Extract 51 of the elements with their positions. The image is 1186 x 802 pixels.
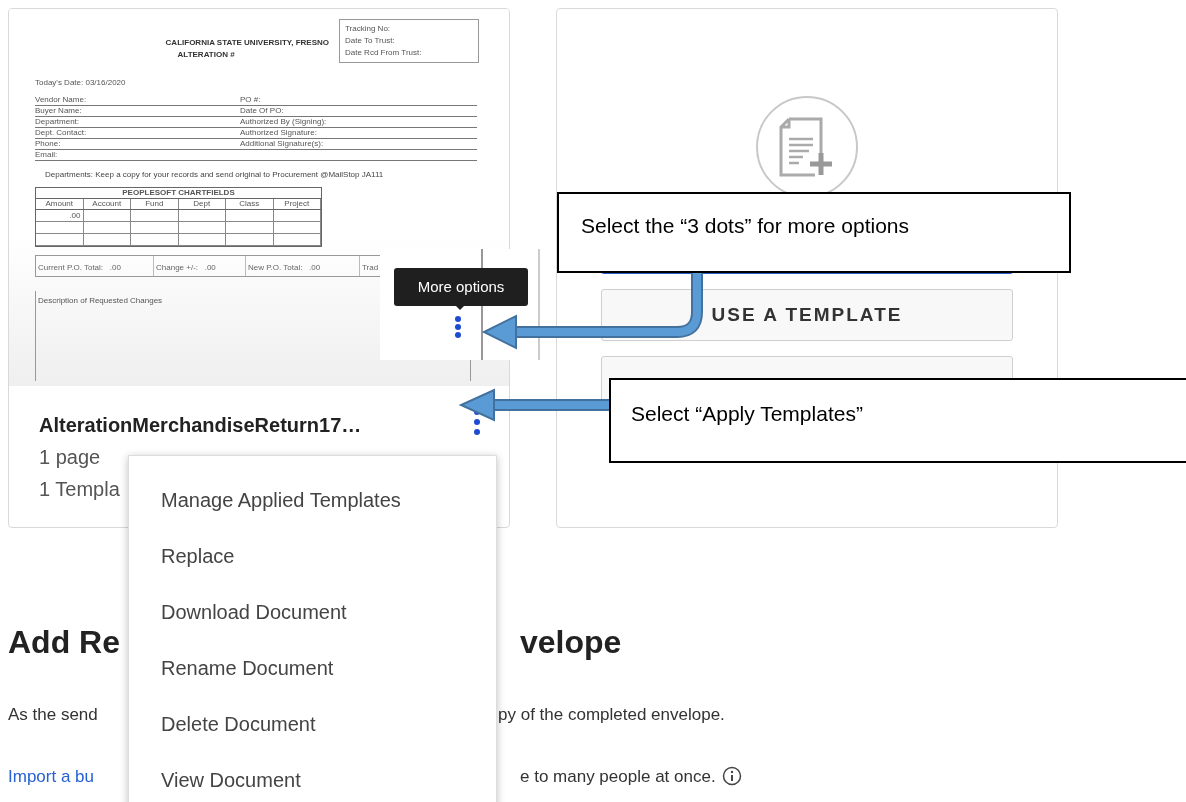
- form-note: Departments: Keep a copy for your records and send original to Procurement @MailStop JA111: [45, 169, 384, 181]
- column-header: Fund: [131, 199, 179, 209]
- document-title: AlterationMerchandiseReturn17…: [39, 413, 362, 437]
- form-field: Current P.O. Total: .00: [36, 256, 154, 276]
- section-heading: velope: [520, 623, 622, 662]
- import-link[interactable]: Import a bu: [8, 763, 94, 789]
- tooltip: More options: [394, 268, 528, 306]
- form-label: Vendor Name:: [35, 95, 87, 105]
- form-field: Change +/-: .00: [154, 256, 246, 276]
- menu-item[interactable]: Replace: [129, 528, 496, 584]
- form-label: Date To Trust:: [345, 35, 395, 47]
- info-icon[interactable]: [721, 766, 742, 787]
- template-count: 1 Templa: [39, 477, 121, 501]
- form-label: PO #:: [240, 95, 261, 105]
- form-label: Tracking No:: [345, 23, 391, 35]
- form-label: Authorized By (Signing):: [240, 117, 327, 127]
- column-header: Amount: [36, 199, 84, 209]
- option-button[interactable]: USE A TEMPLATE: [601, 289, 1013, 341]
- description-text: py of the completed envelope.: [498, 704, 725, 726]
- import-text: e to many people at once.: [520, 765, 716, 788]
- form-label: Today's Date: 03/16/2020: [35, 77, 126, 89]
- section-heading: Add Re: [8, 623, 120, 662]
- form-label: Authorized Signature:: [240, 128, 317, 138]
- callout-tooltip: Select “Apply Templates”: [609, 378, 1186, 463]
- menu-item[interactable]: Rename Document: [129, 640, 496, 696]
- table-title: PEOPLESOFT CHARTFIELDS: [36, 188, 321, 199]
- form-label: Description of Requested Changes: [38, 295, 163, 307]
- menu-item[interactable]: View Document: [129, 752, 496, 802]
- form-label: Date Of PO:: [240, 106, 284, 116]
- column-header: Project: [273, 199, 321, 209]
- menu-item[interactable]: Manage Applied Templates: [129, 472, 496, 528]
- form-label: Dept. Contact:: [35, 128, 87, 138]
- form-field: New P.O. Total: .00: [246, 256, 360, 276]
- column-header: Class: [226, 199, 274, 209]
- form-label: Email:: [35, 150, 58, 160]
- column-header: Dept: [178, 199, 226, 209]
- form-label: Phone:: [35, 139, 61, 149]
- form-label: Department:: [35, 117, 80, 127]
- amount-cell: .00: [36, 210, 84, 221]
- menu-item[interactable]: Download Document: [129, 584, 496, 640]
- column-header: Account: [83, 199, 131, 209]
- form-label: Buyer Name:: [35, 106, 82, 116]
- callout-tooltip: Select the “3 dots” for more options: [557, 192, 1071, 273]
- form-heading: ALTERATION #: [177, 49, 235, 61]
- page-count: 1 page: [39, 445, 102, 469]
- menu-item[interactable]: Delete Document: [129, 696, 496, 752]
- form-label: Additional Signature(s):: [240, 139, 324, 149]
- form-label: Date Rcd From Trust:: [345, 47, 422, 59]
- more-options-icon[interactable]: [455, 316, 462, 338]
- description-text: As the send: [8, 704, 98, 726]
- form-heading: CALIFORNIA STATE UNIVERSITY, FRESNO: [165, 37, 329, 49]
